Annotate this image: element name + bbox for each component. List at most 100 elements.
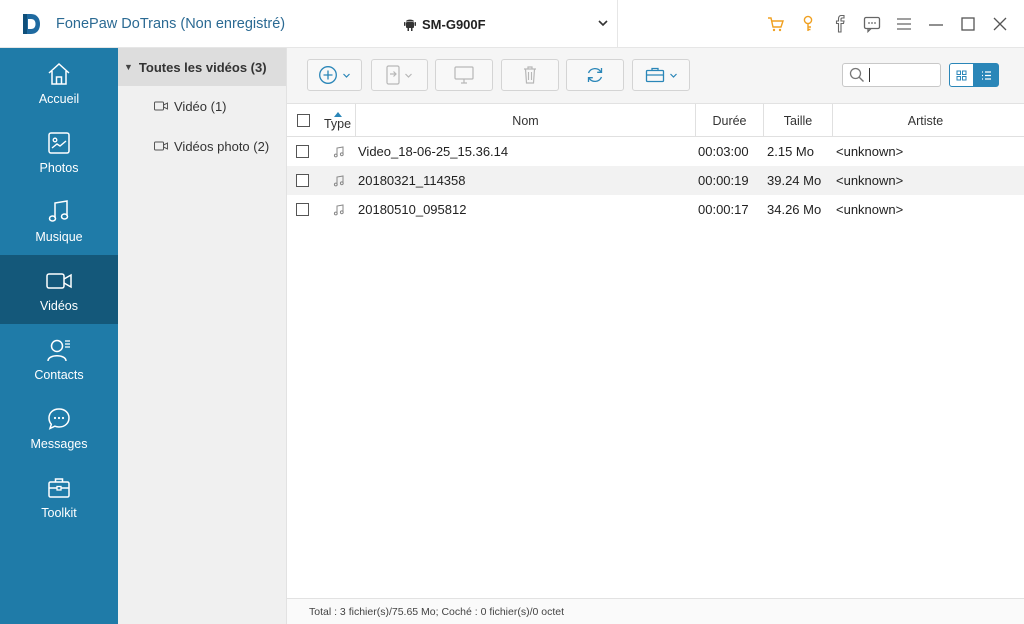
toolbox-icon xyxy=(645,67,664,83)
audio-note-icon xyxy=(333,137,345,166)
category-panel: ▼ Toutes les vidéos (3) Vidéo (1) Vidéos… xyxy=(118,48,287,624)
chevron-down-icon xyxy=(669,73,677,78)
list-view-button[interactable] xyxy=(974,63,999,87)
expand-arrow-icon[interactable]: ▼ xyxy=(124,62,133,72)
sidebar-item-label: Messages xyxy=(30,436,88,451)
category-video-photo-label: Vidéos photo (2) xyxy=(174,138,270,154)
column-header-name[interactable]: Nom xyxy=(356,104,696,137)
messages-icon xyxy=(45,405,73,433)
column-header-size[interactable]: Taille xyxy=(764,104,833,137)
export-device-button[interactable] xyxy=(371,59,428,91)
column-header-duration[interactable]: Durée xyxy=(696,104,764,137)
search-input[interactable] xyxy=(842,63,941,87)
file-name: Video_18-06-25_15.36.14 xyxy=(358,144,509,159)
category-video-label: Vidéo (1) xyxy=(174,98,227,114)
grid-icon xyxy=(956,70,967,80)
row-checkbox[interactable] xyxy=(296,145,309,158)
table-row[interactable]: 20180321_114358 00:00:19 39.24 Mo <unkno… xyxy=(287,166,1024,195)
trash-icon xyxy=(524,66,536,84)
title-bar: FonePaw DoTrans (Non enregistré) SM-G900… xyxy=(0,0,1024,48)
refresh-icon xyxy=(587,67,603,83)
audio-note-icon xyxy=(333,195,345,224)
add-button[interactable] xyxy=(307,59,362,91)
view-toggle xyxy=(949,63,1000,87)
table-row[interactable]: Video_18-06-25_15.36.14 00:03:00 2.15 Mo… xyxy=(287,137,1024,166)
toolbar xyxy=(287,48,1024,104)
column-label: Artiste xyxy=(907,113,944,128)
sidebar-item-messages[interactable]: Messages xyxy=(0,393,118,462)
photo-icon xyxy=(45,129,73,157)
chevron-down-icon xyxy=(343,73,350,78)
category-video[interactable]: Vidéo (1) xyxy=(118,86,286,126)
video-icon xyxy=(45,267,73,295)
audio-note-icon xyxy=(333,166,345,195)
sidebar-item-label: Musique xyxy=(35,229,83,244)
column-header-artist[interactable]: Artiste xyxy=(833,104,1018,137)
add-icon xyxy=(319,66,337,84)
sidebar-item-label: Toolkit xyxy=(41,505,77,520)
sidebar-item-label: Photos xyxy=(39,160,79,175)
category-video-photo[interactable]: Vidéos photo (2) xyxy=(118,126,286,166)
file-artist: <unknown> xyxy=(836,173,904,188)
sidebar-item-accueil[interactable]: Accueil xyxy=(0,48,118,117)
sidebar-item-musique[interactable]: Musique xyxy=(0,186,118,255)
text-cursor xyxy=(869,68,870,82)
sidebar-item-photos[interactable]: Photos xyxy=(0,117,118,186)
refresh-button[interactable] xyxy=(566,59,624,91)
android-icon xyxy=(404,19,416,31)
export-pc-button[interactable] xyxy=(435,59,493,91)
video-small-icon xyxy=(154,101,168,111)
delete-button[interactable] xyxy=(501,59,559,91)
cart-icon[interactable] xyxy=(766,14,786,34)
app-logo-icon xyxy=(18,11,44,37)
sidebar: Accueil Photos Musique Vidéos Contacts M… xyxy=(0,48,118,624)
device-name: SM-G900F xyxy=(422,16,486,32)
file-name: 20180321_114358 xyxy=(358,173,466,188)
sidebar-item-label: Contacts xyxy=(34,367,84,382)
computer-icon xyxy=(454,66,474,84)
sidebar-item-videos[interactable]: Vidéos xyxy=(0,255,118,324)
category-all-videos[interactable]: ▼ Toutes les vidéos (3) xyxy=(118,48,286,86)
toolbox-button[interactable] xyxy=(632,59,690,91)
table-row[interactable]: 20180510_095812 00:00:17 34.26 Mo <unkno… xyxy=(287,195,1024,224)
checkbox[interactable] xyxy=(297,114,310,127)
chevron-down-icon xyxy=(405,73,412,78)
category-all-label: Toutes les vidéos (3) xyxy=(138,59,267,75)
key-icon[interactable] xyxy=(798,14,818,34)
file-name: 20180510_095812 xyxy=(358,202,467,217)
contacts-icon xyxy=(45,336,73,364)
grid-view-button[interactable] xyxy=(949,63,974,87)
file-duration: 00:03:00 xyxy=(698,144,749,159)
column-header-type[interactable]: Type xyxy=(320,104,356,137)
list-icon xyxy=(982,70,991,80)
device-selector[interactable]: SM-G900F xyxy=(396,0,618,48)
menu-icon[interactable] xyxy=(894,14,914,34)
phone-export-icon xyxy=(386,65,400,85)
column-label: Type xyxy=(323,117,352,131)
file-artist: <unknown> xyxy=(836,202,904,217)
table-header: Type Nom Durée Taille Artiste xyxy=(287,104,1024,137)
sidebar-item-label: Accueil xyxy=(38,91,80,106)
maximize-icon[interactable] xyxy=(958,14,978,34)
select-all-checkbox[interactable] xyxy=(287,104,320,137)
home-icon xyxy=(45,60,73,88)
file-size: 2.15 Mo xyxy=(767,144,814,159)
sidebar-item-toolkit[interactable]: Toolkit xyxy=(0,462,118,531)
search-icon xyxy=(849,67,864,82)
close-icon[interactable] xyxy=(990,14,1010,34)
facebook-icon[interactable] xyxy=(830,14,850,34)
status-text: Total : 3 fichier(s)/75.65 Mo; Coché : 0… xyxy=(309,605,565,618)
minimize-icon[interactable] xyxy=(926,14,946,34)
column-label: Nom xyxy=(512,113,539,128)
row-checkbox[interactable] xyxy=(296,203,309,216)
row-checkbox[interactable] xyxy=(296,174,309,187)
video-small-icon xyxy=(154,141,168,151)
file-list: Video_18-06-25_15.36.14 00:03:00 2.15 Mo… xyxy=(287,137,1024,224)
feedback-icon[interactable] xyxy=(862,14,882,34)
file-size: 39.24 Mo xyxy=(767,173,822,188)
chevron-down-icon xyxy=(598,20,608,27)
column-label: Taille xyxy=(783,113,813,128)
sidebar-item-contacts[interactable]: Contacts xyxy=(0,324,118,393)
file-size: 34.26 Mo xyxy=(767,202,822,217)
toolkit-icon xyxy=(45,474,73,502)
